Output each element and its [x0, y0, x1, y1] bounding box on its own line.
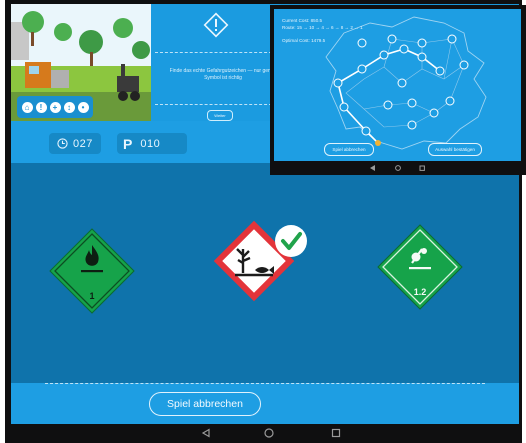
recents-icon[interactable]: [330, 427, 342, 439]
inset-toolbar: ⌂ ! + ↕ •: [17, 96, 93, 118]
points-icon: P: [123, 135, 133, 152]
home-icon: [395, 165, 401, 171]
optimal-cost-text: Optimal Cost: 1479.5: [282, 38, 326, 43]
divider: [45, 383, 485, 384]
inset-screenshot-warehouse: ⌂ ! + ↕ • Finde das echte Gefahrgutzeich…: [11, 4, 281, 121]
clock-icon: [57, 138, 68, 149]
back-icon: [370, 165, 375, 171]
hazard-sign-explosive-option[interactable]: 1.2: [374, 221, 466, 318]
route-info: Current Cost: 850.5 Route: 15 → 10 → 4 →…: [282, 17, 363, 44]
inset-cancel-game-button[interactable]: Spiel abbrechen: [324, 143, 374, 156]
route-text: Route: 15 → 10 → 4 → 6 → 8 → 2 → 1: [282, 25, 363, 30]
inset-screenshot-route-map: Current Cost: 850.5 Route: 15 → 10 → 4 →…: [270, 5, 526, 175]
home-icon[interactable]: [263, 427, 275, 439]
bottom-bar: Spiel abbrechen: [11, 383, 519, 424]
recents-icon: [419, 165, 425, 171]
warning-diamond-icon: [203, 12, 229, 38]
cancel-game-button[interactable]: Spiel abbrechen: [149, 392, 261, 416]
add-icon: +: [49, 101, 61, 113]
system-nav-bar: [5, 424, 522, 443]
points-value: 010: [140, 137, 161, 150]
inset-instruction-text: Finde das echte Gefahrgutzeichen — nur g…: [169, 68, 277, 81]
settings-icon: •: [77, 101, 89, 113]
hazard-sign-environment-option[interactable]: [207, 211, 317, 326]
inset-route-screen: Current Cost: 850.5 Route: 15 → 10 → 4 →…: [274, 9, 521, 161]
info-icon: !: [35, 101, 47, 113]
divider: [155, 52, 277, 53]
divider: [155, 104, 277, 105]
hazard-sign-flammable-option[interactable]: 1: [46, 225, 138, 322]
points-display: P 010: [117, 133, 187, 154]
current-cost-text: Current Cost: 850.5: [282, 18, 323, 23]
sort-icon: ↕: [63, 101, 75, 113]
home-icon: ⌂: [21, 101, 33, 113]
inset-instruction-panel: Finde das echte Gefahrgutzeichen — nur g…: [151, 4, 281, 121]
class-number: 1.2: [414, 287, 427, 297]
checkmark-icon: [275, 225, 307, 257]
inset-confirm-selection-button[interactable]: Auswahl bestätigen: [428, 143, 482, 156]
back-icon[interactable]: [200, 427, 212, 439]
timer-value: 027: [73, 137, 93, 150]
sign-selection-area: 1 1.2: [11, 163, 519, 383]
class-number: 1: [89, 291, 94, 301]
inset-continue-button[interactable]: Weiter: [207, 110, 233, 121]
timer-display: 027: [49, 133, 101, 154]
inset-nav-bar: [370, 165, 425, 171]
